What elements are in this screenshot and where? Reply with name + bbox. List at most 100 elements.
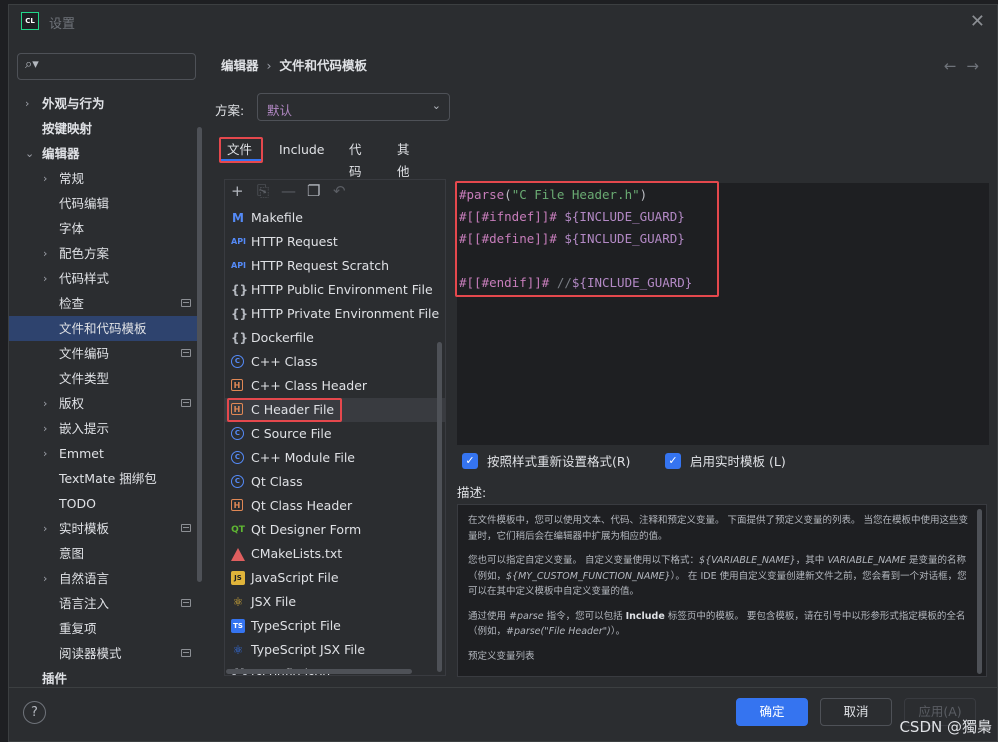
live-templates-checkbox[interactable]: ✓ 启用实时模板 (L) [665, 451, 786, 470]
code-token: ]]# [534, 209, 557, 224]
template-item[interactable]: {} HTTP Public Environment File [225, 278, 445, 302]
template-item[interactable]: H Qt Class Header [225, 494, 445, 518]
template-item[interactable]: API HTTP Request Scratch [225, 254, 445, 278]
sidebar-item[interactable]: › 嵌入提示 [9, 416, 199, 441]
chevron-right-icon[interactable]: › [43, 266, 47, 291]
settings-dialog: CL 设置 ✕ ⌕▾ › 外观与行为 按键映射 ⌄ 编辑器 › 常规 代码编辑 字体 › 配色方案 ›… [8, 4, 998, 742]
sidebar-item[interactable]: › 版权 [9, 391, 199, 416]
code-line-1: #parse("C File Header.h") [459, 187, 647, 202]
template-item[interactable]: HC Header File [225, 398, 445, 422]
description-scrollbar[interactable] [977, 509, 982, 674]
code-token: ]]# [534, 231, 557, 246]
template-list-hscrollbar[interactable] [226, 669, 412, 674]
sidebar-item[interactable]: 文件编码 [9, 341, 199, 366]
desc-text: VARIABLE_NAME [827, 555, 906, 566]
chevron-right-icon[interactable]: › [43, 241, 47, 266]
add-child-icon[interactable]: ⎘ [257, 182, 269, 200]
sidebar-item-label: 代码编辑 [59, 196, 110, 211]
chevron-right-icon[interactable]: › [25, 91, 29, 116]
sidebar-item[interactable]: ⌄ 编辑器 [9, 141, 199, 166]
sidebar-item[interactable]: › Emmet [9, 441, 199, 466]
file-type-icon: API [231, 237, 247, 246]
sidebar-item[interactable]: › 常规 [9, 166, 199, 191]
sidebar-item-label: 版权 [59, 396, 85, 411]
sidebar-item[interactable]: 文件和代码模板 [9, 316, 199, 341]
template-item[interactable]: ⚛ JSX File [225, 590, 445, 614]
tab-files[interactable]: 文件 [219, 137, 263, 163]
tab-other[interactable]: 其他 [391, 139, 416, 179]
chevron-right-icon[interactable]: › [43, 391, 47, 416]
template-item[interactable]: C C Source File [225, 422, 445, 446]
template-item[interactable]: M Makefile [225, 206, 445, 230]
sidebar-item[interactable]: 文件类型 [9, 366, 199, 391]
template-item[interactable]: API HTTP Request [225, 230, 445, 254]
sidebar-item[interactable]: › 代码样式 [9, 266, 199, 291]
template-item[interactable]: C Qt Class [225, 470, 445, 494]
template-item[interactable]: H C++ Class Header [225, 374, 445, 398]
description-paragraph-4: 预定义变量列表 [468, 650, 535, 662]
description-paragraph-2: 您也可以指定自定义变量。 自定义变量使用以下格式：${VARIABLE_NAME… [468, 553, 976, 600]
search-input[interactable]: ⌕▾ [17, 53, 196, 80]
template-item[interactable]: TS TypeScript File [225, 614, 445, 638]
template-item[interactable]: {} HTTP Private Environment File [225, 302, 445, 326]
sidebar-item[interactable]: TODO [9, 491, 199, 516]
chevron-right-icon[interactable]: › [43, 566, 47, 591]
template-item[interactable]: C C++ Class [225, 350, 445, 374]
close-icon[interactable]: ✕ [970, 11, 985, 32]
tab-include[interactable]: Include [273, 139, 331, 165]
ok-button[interactable]: 确定 [736, 698, 808, 726]
sidebar-item[interactable]: 语言注入 [9, 591, 199, 616]
chevron-right-icon[interactable]: › [43, 166, 47, 191]
forward-arrow-icon[interactable]: → [966, 57, 989, 75]
tab-code[interactable]: 代码 [343, 139, 368, 179]
template-item[interactable]: CMakeLists.txt [225, 542, 445, 566]
code-token: #define [481, 231, 535, 246]
sidebar-item-label: TODO [59, 496, 96, 511]
template-code-editor[interactable]: #parse("C File Header.h") #[[#ifndef]]# … [455, 181, 989, 445]
sidebar-item[interactable]: 字体 [9, 216, 199, 241]
sidebar-item[interactable]: › 实时模板 [9, 516, 199, 541]
sidebar-item[interactable]: › 外观与行为 [9, 91, 199, 116]
template-item[interactable]: JS JavaScript File [225, 566, 445, 590]
template-item-label: Dockerfile [251, 330, 314, 345]
template-item-label: TypeScript JSX File [251, 642, 366, 657]
scheme-select[interactable]: 默认 ⌄ [257, 93, 450, 121]
file-type-icon [231, 548, 245, 561]
add-icon[interactable]: + [231, 182, 244, 200]
sidebar-scrollbar[interactable] [197, 127, 202, 582]
template-item[interactable]: {} Dockerfile [225, 326, 445, 350]
sidebar-item[interactable]: 代码编辑 [9, 191, 199, 216]
sidebar-item-label: 嵌入提示 [59, 421, 110, 436]
chevron-right-icon[interactable]: › [43, 416, 47, 441]
sidebar-item[interactable]: 检查 [9, 291, 199, 316]
chevron-right-icon[interactable]: › [43, 516, 47, 541]
sidebar-item[interactable]: › 自然语言 [9, 566, 199, 591]
template-toolbar: + ⎘ — ❐ ↶ [225, 180, 445, 204]
chevron-right-icon[interactable]: › [43, 441, 47, 466]
file-type-icon: H [231, 499, 243, 511]
remove-icon[interactable]: — [281, 182, 296, 200]
file-type-icon: ⚛ [232, 643, 244, 657]
sidebar-item[interactable]: 意图 [9, 541, 199, 566]
sidebar-item[interactable]: 重复项 [9, 616, 199, 641]
chevron-down-icon[interactable]: ⌄ [25, 141, 34, 166]
reformat-checkbox[interactable]: ✓ 按照样式重新设置格式(R) [462, 451, 630, 470]
help-icon[interactable]: ? [23, 701, 46, 724]
template-item[interactable]: C C++ Module File [225, 446, 445, 470]
template-item[interactable]: ⚛ TypeScript JSX File [225, 638, 445, 662]
copy-icon[interactable]: ❐ [307, 182, 320, 200]
sidebar-item[interactable]: › 配色方案 [9, 241, 199, 266]
code-token: ]]# [526, 275, 550, 290]
sidebar-item-label: Emmet [59, 446, 104, 461]
cancel-button[interactable]: 取消 [820, 698, 892, 726]
sidebar-item[interactable]: TextMate 捆绑包 [9, 466, 199, 491]
template-list-scrollbar[interactable] [437, 342, 442, 672]
breadcrumb-editor[interactable]: 编辑器 [221, 58, 259, 73]
sidebar-item[interactable]: 按键映射 [9, 116, 199, 141]
reset-icon[interactable]: ↶ [333, 182, 346, 200]
back-arrow-icon[interactable]: ← [944, 57, 967, 75]
code-token: ${INCLUDE_GUARD} [564, 209, 685, 224]
template-item[interactable]: QT Qt Designer Form [225, 518, 445, 542]
sidebar-item[interactable]: 阅读器模式 [9, 641, 199, 666]
description-panel[interactable]: 在文件模板中，您可以使用文本、代码、注释和预定义变量。 下面提供了预定义变量的列… [457, 504, 987, 677]
